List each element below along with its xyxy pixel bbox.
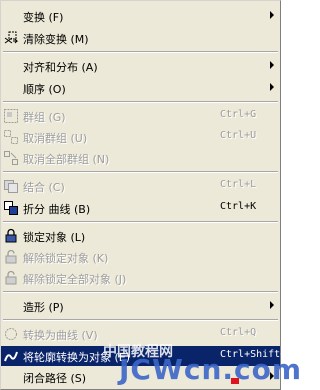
menu-item-label: 取消全部群组 (N) <box>23 153 110 166</box>
outline-to-object-icon <box>3 348 19 364</box>
clear-transform-icon <box>3 30 19 46</box>
menu-separator <box>3 51 278 53</box>
lock-icon <box>3 228 19 244</box>
context-menu: 变换 (F) 清除变换 (M) 对齐和分布 (A) 顺序 (O) 群组 (G) … <box>0 0 301 390</box>
menu-item-label: 群组 (G) <box>23 111 66 124</box>
submenu-arrow-icon <box>270 83 274 91</box>
menu-item-label: 结合 (C) <box>23 181 65 194</box>
ungroup-icon <box>3 129 19 145</box>
submenu-arrow-icon <box>270 301 274 309</box>
menu-separator <box>3 171 278 173</box>
group-icon <box>3 108 19 124</box>
menu-item-unlock-all[interactable]: 解除锁定全部对象 (J) <box>1 268 280 288</box>
menu-item-order[interactable]: 顺序 (O) <box>1 78 280 98</box>
menu-item-group[interactable]: 群组 (G) Ctrl+G <box>1 106 280 126</box>
menu-item-shortcut: Ctrl+G <box>220 109 257 120</box>
submenu-arrow-icon <box>270 11 274 19</box>
menu-item-label: 折分 曲线 (B) <box>23 203 91 216</box>
menu-item-label: 顺序 (O) <box>23 83 66 96</box>
menu-item-label: 取消群组 (U) <box>23 132 88 145</box>
submenu-arrow-icon <box>270 61 274 69</box>
ungroup-all-icon <box>3 150 19 166</box>
menu-item-lock-object[interactable]: 锁定对象 (L) <box>1 226 280 246</box>
menu-item-shortcut: Ctrl+L <box>220 179 257 190</box>
menu-item-label: 造形 (P) <box>23 301 64 314</box>
menu-item-shortcut: Ctrl+Q <box>220 327 257 338</box>
menu-item-label: 闭合路径 (S) <box>23 372 87 385</box>
menu-separator <box>3 221 278 223</box>
menu-item-label: 对齐和分布 (A) <box>23 61 98 74</box>
menu-item-unlock-object[interactable]: 解除锁定对象 (K) <box>1 247 280 267</box>
combine-icon <box>3 178 19 194</box>
menu-item-shortcut: Ctrl+K <box>220 201 257 212</box>
menu-separator <box>3 319 278 321</box>
menu-item-combine[interactable]: 结合 (C) Ctrl+L <box>1 176 280 196</box>
menu-item-shaping[interactable]: 造形 (P) <box>1 296 280 316</box>
menu-item-ungroup-all[interactable]: 取消全部群组 (N) <box>1 148 280 168</box>
menu-item-label: 转换为曲线 (V) <box>23 329 98 342</box>
menu-separator <box>3 291 278 293</box>
menu-separator <box>3 101 278 103</box>
menu-item-label: 解除锁定全部对象 (J) <box>23 273 127 286</box>
menu-item-ungroup[interactable]: 取消群组 (U) Ctrl+U <box>1 127 280 147</box>
menu-item-transform[interactable]: 变换 (F) <box>1 6 280 26</box>
menu-item-shortcut: Ctrl+U <box>220 130 257 141</box>
menu-item-label: 锁定对象 (L) <box>23 231 86 244</box>
unlock-icon <box>3 249 19 265</box>
menu-item-label: 解除锁定对象 (K) <box>23 252 109 265</box>
menu-item-label: 变换 (F) <box>23 11 64 24</box>
convert-to-curves-icon <box>3 326 19 342</box>
menu-item-clear-transform[interactable]: 清除变换 (M) <box>1 28 280 48</box>
break-apart-icon <box>3 200 19 216</box>
unlock-all-icon <box>3 270 19 286</box>
menu-item-align-distribute[interactable]: 对齐和分布 (A) <box>1 56 280 76</box>
watermark-dot <box>231 378 239 384</box>
menu-item-label: 清除变换 (M) <box>23 33 89 46</box>
menu-item-break-apart[interactable]: 折分 曲线 (B) Ctrl+K <box>1 198 280 218</box>
watermark-logo: JCWcn.com <box>119 353 303 386</box>
